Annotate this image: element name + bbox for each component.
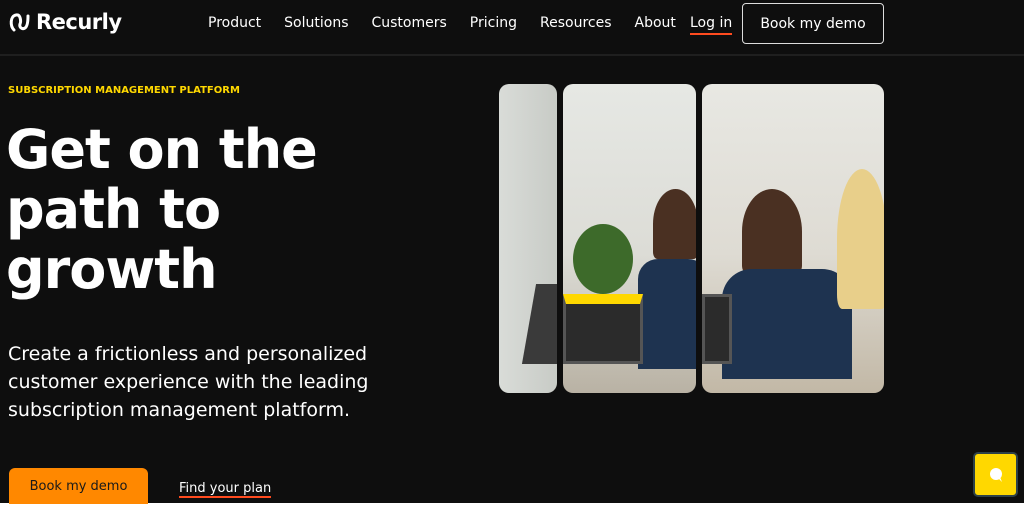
nav-pricing[interactable]: Pricing bbox=[470, 15, 517, 31]
recurly-logo-icon bbox=[9, 13, 30, 32]
title-line: path to bbox=[6, 178, 221, 241]
logo-text: Recurly bbox=[36, 10, 122, 34]
title-line: growth bbox=[6, 238, 218, 301]
book-demo-nav-button[interactable]: Book my demo bbox=[742, 3, 884, 44]
login-link[interactable]: Log in bbox=[690, 15, 733, 35]
eyebrow: SUBSCRIPTION MANAGEMENT PLATFORM bbox=[8, 85, 240, 96]
book-demo-button[interactable]: Book my demo bbox=[9, 468, 148, 504]
hero-title: Get on the path to growth bbox=[6, 118, 318, 301]
nav-product[interactable]: Product bbox=[208, 15, 261, 31]
logo[interactable]: Recurly bbox=[8, 10, 122, 34]
hero-subtitle: Create a frictionless and personalized c… bbox=[8, 343, 369, 421]
chat-button[interactable] bbox=[973, 452, 1018, 497]
nav-solutions[interactable]: Solutions bbox=[284, 15, 348, 31]
hero-image-panel bbox=[499, 84, 557, 393]
top-nav: Recurly Product Solutions Customers Pric… bbox=[0, 0, 1024, 56]
chat-bubble-icon bbox=[989, 467, 1002, 482]
hero-image-panel bbox=[702, 84, 884, 393]
find-plan-link[interactable]: Find your plan bbox=[179, 481, 272, 498]
page: Recurly Product Solutions Customers Pric… bbox=[0, 0, 1024, 504]
main-menu: Product Solutions Customers Pricing Reso… bbox=[208, 15, 676, 31]
nav-about[interactable]: About bbox=[635, 15, 676, 31]
title-line: Get on the bbox=[6, 118, 318, 181]
hero-image-panel bbox=[563, 84, 696, 393]
nav-customers[interactable]: Customers bbox=[371, 15, 446, 31]
nav-resources[interactable]: Resources bbox=[540, 15, 612, 31]
